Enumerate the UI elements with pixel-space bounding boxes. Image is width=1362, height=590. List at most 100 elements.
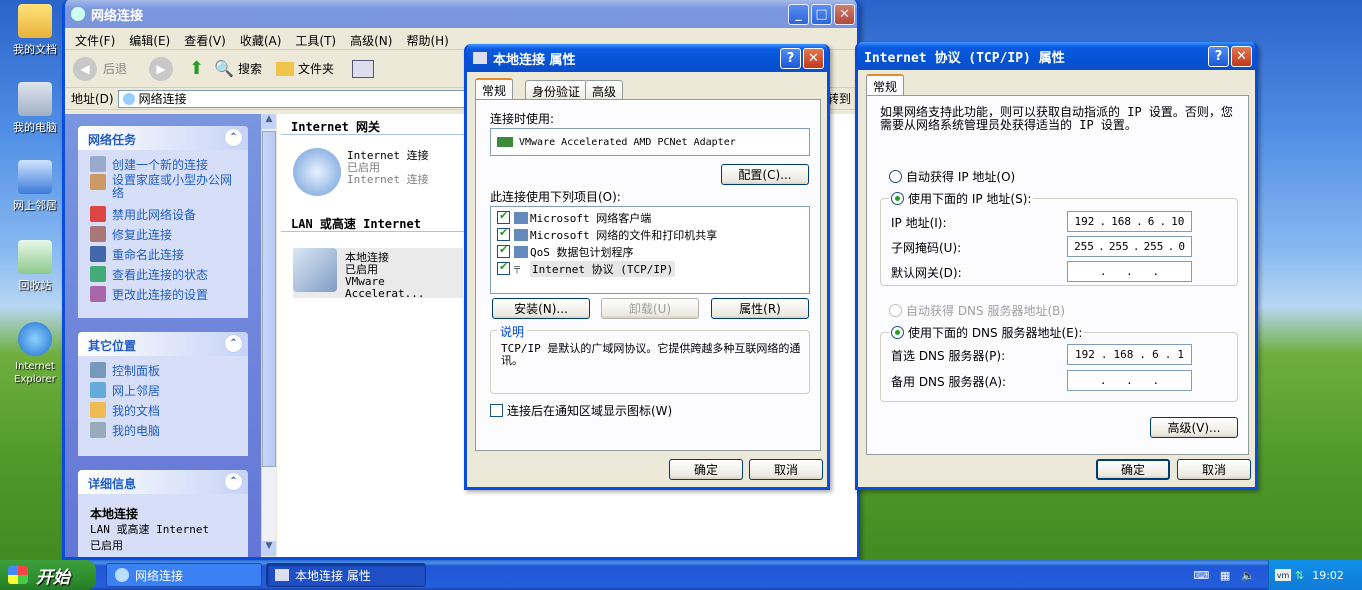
tray-tool-icon[interactable]: ▦ [1220, 569, 1230, 582]
preferred-dns-field[interactable]: 192. 168. 6. 1 [1067, 344, 1192, 365]
subnet-mask-field[interactable]: 255. 255. 255. 0 [1067, 236, 1192, 257]
other-places-header[interactable]: 其它位置 ⌃ [78, 332, 248, 356]
recycle-bin-desktop-icon[interactable]: 回收站 [4, 240, 66, 293]
close-button[interactable]: ✕ [834, 4, 855, 25]
help-button[interactable]: ? [1208, 46, 1229, 67]
component-checkbox[interactable] [497, 243, 510, 258]
taskbar-item-network[interactable]: 网络连接 [106, 563, 262, 587]
network-tasks-header[interactable]: 网络任务 ⌃ [78, 126, 248, 150]
menu-help[interactable]: 帮助(H) [406, 34, 448, 48]
auto-ip-radio[interactable] [889, 170, 902, 183]
tab-authentication[interactable]: 身份验证 [525, 80, 588, 99]
clock[interactable]: 19:02 [1312, 569, 1344, 582]
my-computer-desktop-icon[interactable]: 我的电脑 [4, 82, 66, 135]
cancel-button[interactable]: 取消 [1177, 459, 1251, 480]
task-repair[interactable]: 修复此连接 [78, 224, 248, 244]
up-folder-icon[interactable]: ⬆ [189, 58, 204, 79]
properties-button[interactable]: 属性(R) [711, 298, 809, 319]
component-item[interactable]: QoS 数据包计划程序 [497, 243, 803, 260]
uninstall-button[interactable]: 卸载(U) [601, 298, 699, 319]
install-button[interactable]: 安装(N)... [492, 298, 590, 319]
taskbar-item-properties[interactable]: 本地连接 属性 [266, 563, 426, 587]
auto-dns-option[interactable]: 自动获得 DNS 服务器地址(B) [889, 302, 1065, 319]
task-create-connection[interactable]: 创建一个新的连接 [78, 154, 248, 174]
auto-dns-radio[interactable] [889, 304, 902, 317]
help-button[interactable]: ? [780, 48, 801, 69]
close-button[interactable]: ✕ [803, 48, 824, 69]
internet-connection-item[interactable]: Internet 连接 已启用 Internet 连接 [293, 148, 453, 200]
go-button[interactable]: 转到 [827, 90, 851, 107]
menu-edit[interactable]: 编辑(E) [129, 34, 170, 48]
keyboard-icon[interactable]: ⌨ [1193, 569, 1209, 582]
notify-checkbox[interactable] [490, 404, 503, 417]
menu-file[interactable]: 文件(F) [75, 34, 115, 48]
close-button[interactable]: ✕ [1231, 46, 1252, 67]
component-checkbox[interactable] [497, 260, 510, 275]
details-header[interactable]: 详细信息 ⌃ [78, 470, 248, 494]
place-my-documents[interactable]: 我的文档 [78, 400, 248, 420]
scroll-thumb[interactable] [262, 131, 276, 467]
task-change-settings[interactable]: 更改此连接的设置 [78, 284, 248, 304]
component-item[interactable]: Microsoft 网络的文件和打印机共享 [497, 226, 803, 243]
forward-icon[interactable]: ▶ [149, 56, 174, 81]
speaker-icon[interactable]: 🔈 [1241, 569, 1255, 582]
back-icon[interactable]: ◀ [73, 56, 97, 81]
component-checkbox[interactable] [497, 209, 510, 224]
scroll-up-icon[interactable]: ▲ [262, 114, 276, 129]
task-view-status[interactable]: 查看此连接的状态 [78, 264, 248, 284]
start-button[interactable]: 开始 [0, 560, 96, 590]
tab-advanced[interactable]: 高级 [585, 80, 624, 99]
task-rename[interactable]: 重命名此连接 [78, 244, 248, 264]
place-control-panel[interactable]: 控制面板 [78, 360, 248, 380]
task-home-network[interactable]: 设置家庭或小型办公网络 [78, 174, 248, 204]
ok-button[interactable]: 确定 [669, 459, 743, 480]
scroll-down-icon[interactable]: ▼ [262, 541, 276, 556]
menu-favorites[interactable]: 收藏(A) [240, 34, 282, 48]
component-item[interactable]: ╤ Internet 协议 (TCP/IP) [497, 260, 803, 277]
ie-desktop-icon[interactable]: Internet Explorer [4, 322, 66, 385]
views-icon[interactable] [352, 59, 375, 78]
minimize-button[interactable]: _ [788, 4, 809, 25]
manual-ip-option[interactable]: 使用下面的 IP 地址(S): [889, 190, 1034, 207]
auto-ip-option[interactable]: 自动获得 IP 地址(O) [889, 168, 1015, 185]
advanced-button[interactable]: 高级(V)... [1150, 417, 1238, 438]
network-places-desktop-icon[interactable]: 网上邻居 [4, 160, 66, 213]
network-status-icon[interactable]: ⇅ [1295, 569, 1304, 582]
alternate-dns-field[interactable]: ... [1067, 370, 1192, 391]
menu-view[interactable]: 查看(V) [184, 34, 226, 48]
manual-dns-option[interactable]: 使用下面的 DNS 服务器地址(E): [889, 324, 1085, 341]
component-item[interactable]: Microsoft 网络客户端 [497, 209, 803, 226]
configure-button[interactable]: 配置(C)... [721, 164, 809, 185]
menu-advanced[interactable]: 高级(N) [350, 34, 392, 48]
tcpip-titlebar[interactable]: Internet 协议 (TCP/IP) 属性 ? ✕ [858, 42, 1255, 70]
folders-button[interactable]: 文件夹 [298, 60, 334, 77]
cancel-button[interactable]: 取消 [749, 459, 823, 480]
collapse-icon[interactable]: ⌃ [225, 473, 242, 490]
default-gateway-field[interactable]: ... [1067, 261, 1192, 282]
tab-general[interactable]: 常规 [866, 74, 905, 95]
task-pane-scrollbar[interactable]: ▲ ▼ [261, 114, 276, 556]
explorer-titlebar[interactable]: 网络连接 _ □ ✕ [65, 0, 857, 28]
collapse-icon[interactable]: ⌃ [225, 129, 242, 146]
props-titlebar[interactable]: 本地连接 属性 ? ✕ [467, 44, 827, 72]
collapse-icon[interactable]: ⌃ [225, 335, 242, 352]
local-connection-properties-dialog: 本地连接 属性 ? ✕ 常规 身份验证 高级 连接时使用: VMware Acc… [464, 44, 830, 490]
back-button[interactable]: 后退 [103, 60, 127, 77]
manual-dns-radio[interactable] [891, 326, 904, 339]
tab-general[interactable]: 常规 [475, 78, 514, 99]
manual-ip-radio[interactable] [891, 192, 904, 205]
ip-address-field[interactable]: 192. 168. 6. 10 [1067, 211, 1192, 232]
vmware-icon[interactable]: vm [1275, 569, 1291, 581]
component-checkbox[interactable] [497, 226, 510, 241]
maximize-button[interactable]: □ [811, 4, 832, 25]
place-network-places[interactable]: 网上邻居 [78, 380, 248, 400]
menu-tools[interactable]: 工具(T) [295, 34, 336, 48]
task-disable-device[interactable]: 禁用此网络设备 [78, 204, 248, 224]
search-button[interactable]: 搜索 [238, 60, 262, 77]
my-documents-desktop-icon[interactable]: 我的文档 [4, 4, 66, 57]
place-my-computer[interactable]: 我的电脑 [78, 420, 248, 440]
ok-button[interactable]: 确定 [1096, 459, 1170, 480]
local-connection-item[interactable]: 本地连接 已启用 VMware Accelerat... [293, 248, 463, 300]
notify-option[interactable]: 连接后在通知区域显示图标(W) [490, 402, 672, 419]
octet-dot: . [1126, 265, 1133, 278]
